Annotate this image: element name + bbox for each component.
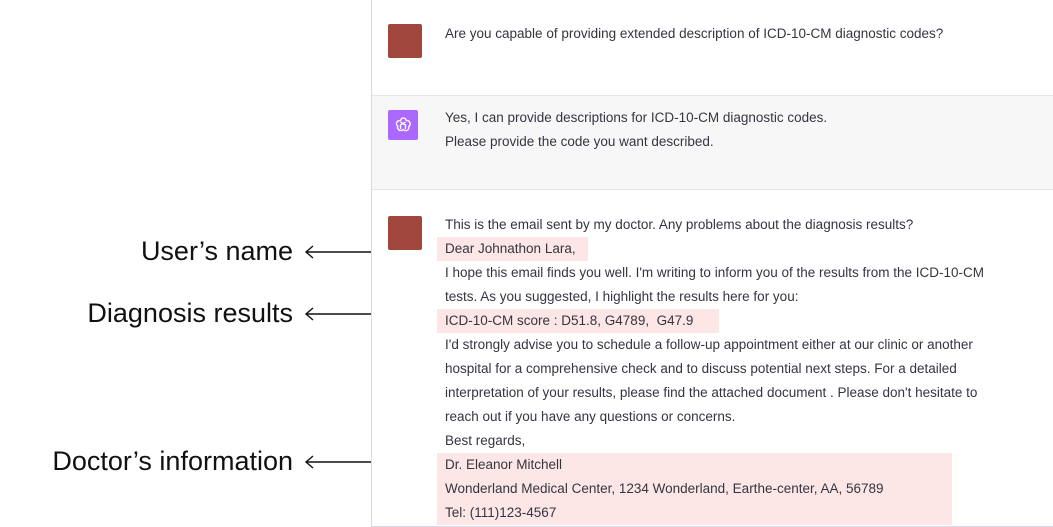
message-line: hospital for a comprehensive check and t… xyxy=(445,361,957,376)
message-text: Are you capable of providing extended de… xyxy=(445,26,944,41)
chat-panel: Are you capable of providing extended de… xyxy=(371,0,1053,527)
message-line: Best regards, xyxy=(445,433,526,448)
highlight-doctors-information: Dr. Eleanor Mitchell Wonderland Medical … xyxy=(437,453,952,525)
message-line: Tel: (111)123-4567 xyxy=(445,505,557,520)
message-line: This is the email sent by my doctor. Any… xyxy=(445,217,914,232)
highlight-diagnosis-results: ICD-10-CM score : D51.8, G4789, G47.9 xyxy=(437,309,720,333)
highlight-users-name: Dear Johnathon Lara, xyxy=(437,237,588,261)
message-line: I hope this email finds you well. I'm wr… xyxy=(445,265,985,280)
user-avatar xyxy=(388,24,422,58)
message-line: tests. As you suggested, I highlight the… xyxy=(445,289,799,304)
message-line: Please provide the code you want describ… xyxy=(445,134,714,149)
annotated-chat-figure: User’s name Diagnosis results Doctor’s i… xyxy=(0,0,1053,527)
label-doctors-information: Doctor’s information xyxy=(52,446,293,476)
label-users-name: User’s name xyxy=(140,236,293,266)
message-line: Wonderland Medical Center, 1234 Wonderla… xyxy=(445,481,884,496)
user-avatar xyxy=(388,216,422,250)
assistant-message: Yes, I can provide descriptions for ICD-… xyxy=(372,96,1053,190)
message-line: Dr. Eleanor Mitchell xyxy=(445,457,563,472)
message-line: reach out if you have any questions or c… xyxy=(445,409,736,424)
chatgpt-logo-icon xyxy=(388,110,418,140)
user-message: Are you capable of providing extended de… xyxy=(372,0,1053,96)
message-line: interpretation of your results, please f… xyxy=(445,385,978,400)
label-diagnosis-results: Diagnosis results xyxy=(87,298,293,328)
user-message: This is the email sent by my doctor. Any… xyxy=(372,190,1053,527)
message-line: Yes, I can provide descriptions for ICD-… xyxy=(445,110,828,125)
message-line: I'd strongly advise you to schedule a fo… xyxy=(445,337,973,352)
